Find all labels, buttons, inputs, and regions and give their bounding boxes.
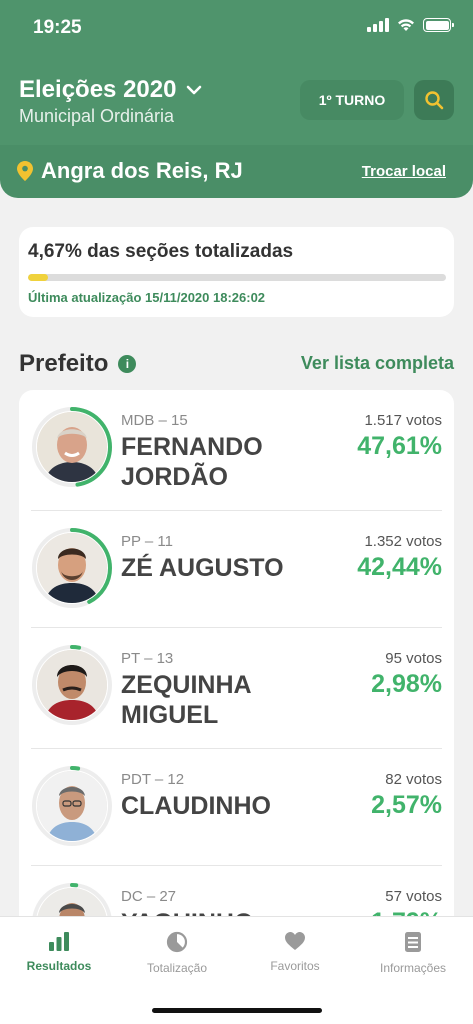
battery-icon — [423, 18, 454, 32]
progress-bar — [28, 274, 446, 281]
candidate-name: ZEQUINHA MIGUEL — [121, 671, 251, 729]
page-title: Eleições 2020 — [19, 76, 177, 103]
candidate-photo — [37, 650, 107, 720]
status-icons — [367, 18, 454, 32]
tab-label: Totalização — [146, 961, 208, 975]
home-indicator — [152, 1008, 322, 1013]
candidate-party: PT – 13 — [121, 650, 174, 667]
chevron-down-icon — [187, 85, 202, 95]
last-update: Última atualização 15/11/2020 18:26:02 — [28, 290, 266, 305]
candidate-avatar — [31, 644, 113, 726]
tab-informacoes[interactable]: Informações — [354, 931, 472, 975]
cellular-signal-icon — [367, 18, 389, 32]
turno-button[interactable]: 1º TURNO — [300, 80, 404, 120]
election-selector[interactable]: Eleições 2020 — [19, 76, 202, 104]
candidate-party: MDB – 15 — [121, 412, 188, 429]
candidate-name: ZÉ AUGUSTO — [121, 554, 284, 582]
progress-card: 4,67% das seções totalizadas Última atua… — [19, 227, 454, 317]
section-header: Prefeito i Ver lista completa — [19, 350, 454, 380]
candidate-photo — [37, 533, 107, 603]
bar-chart-icon — [49, 932, 69, 951]
candidate-row[interactable]: PP – 11 ZÉ AUGUSTO 1.352 votos 42,44% — [31, 511, 442, 628]
tab-label: Favoritos — [270, 959, 320, 973]
progress-fill — [28, 274, 48, 281]
tab-label: Informações — [379, 961, 447, 975]
candidate-party: PDT – 12 — [121, 771, 185, 788]
candidate-row[interactable]: PT – 13 ZEQUINHA MIGUEL 95 votos 2,98% — [31, 628, 442, 749]
candidate-avatar — [31, 406, 113, 488]
candidate-row[interactable]: MDB – 15 FERNANDO JORDÃO 1.517 votos 47,… — [31, 390, 442, 511]
candidate-votes: 95 votos — [385, 650, 442, 667]
candidate-percent: 42,44% — [357, 553, 442, 581]
candidate-percent: 47,61% — [357, 432, 442, 460]
progress-title: 4,67% das seções totalizadas — [28, 241, 294, 262]
tab-resultados[interactable]: Resultados — [0, 931, 118, 973]
tab-label: Resultados — [26, 959, 92, 973]
header: 19:25 Eleições 2020 Municipal Ordinária … — [0, 0, 473, 198]
candidate-photo — [37, 412, 107, 482]
candidate-votes: 57 votos — [385, 888, 442, 905]
wifi-icon — [398, 19, 414, 31]
location-name: Angra dos Reis, RJ — [41, 158, 243, 183]
candidates-card: MDB – 15 FERNANDO JORDÃO 1.517 votos 47,… — [19, 390, 454, 920]
location: Angra dos Reis, RJ — [17, 158, 243, 184]
search-icon — [425, 91, 444, 110]
candidate-avatar — [31, 765, 113, 847]
heart-icon — [285, 932, 305, 950]
document-icon — [405, 932, 421, 952]
candidate-percent: 2,98% — [371, 670, 442, 698]
search-button[interactable] — [414, 80, 454, 120]
tab-favoritos[interactable]: Favoritos — [236, 931, 354, 973]
pie-chart-icon — [166, 931, 188, 953]
candidate-avatar — [31, 527, 113, 609]
section-title-wrap: Prefeito i — [19, 350, 137, 378]
info-icon[interactable]: i — [118, 355, 137, 373]
candidate-name: FERNANDO JORDÃO — [121, 433, 263, 491]
candidate-votes: 82 votos — [385, 771, 442, 788]
candidate-percent: 2,57% — [371, 791, 442, 819]
candidate-photo — [37, 771, 107, 841]
candidate-row[interactable]: DC – 27 YAGUINHO 57 votos 1,79% — [31, 866, 442, 920]
status-time: 19:25 — [33, 17, 82, 38]
tab-totalizacao[interactable]: Totalização — [118, 931, 236, 975]
candidate-party: PP – 11 — [121, 533, 173, 550]
location-pin-icon — [17, 161, 33, 181]
election-subtitle: Municipal Ordinária — [19, 106, 175, 126]
candidate-party: DC – 27 — [121, 888, 177, 905]
candidate-votes: 1.517 votos — [364, 412, 442, 429]
change-location-link[interactable]: Trocar local — [362, 163, 446, 180]
candidate-row[interactable]: PDT – 12 CLAUDINHO 82 votos 2,57% — [31, 749, 442, 866]
candidate-name: CLAUDINHO — [121, 792, 271, 820]
full-list-link[interactable]: Ver lista completa — [301, 353, 454, 374]
candidate-votes: 1.352 votos — [364, 533, 442, 550]
candidate-avatar — [31, 882, 113, 920]
section-title: Prefeito — [19, 350, 109, 377]
